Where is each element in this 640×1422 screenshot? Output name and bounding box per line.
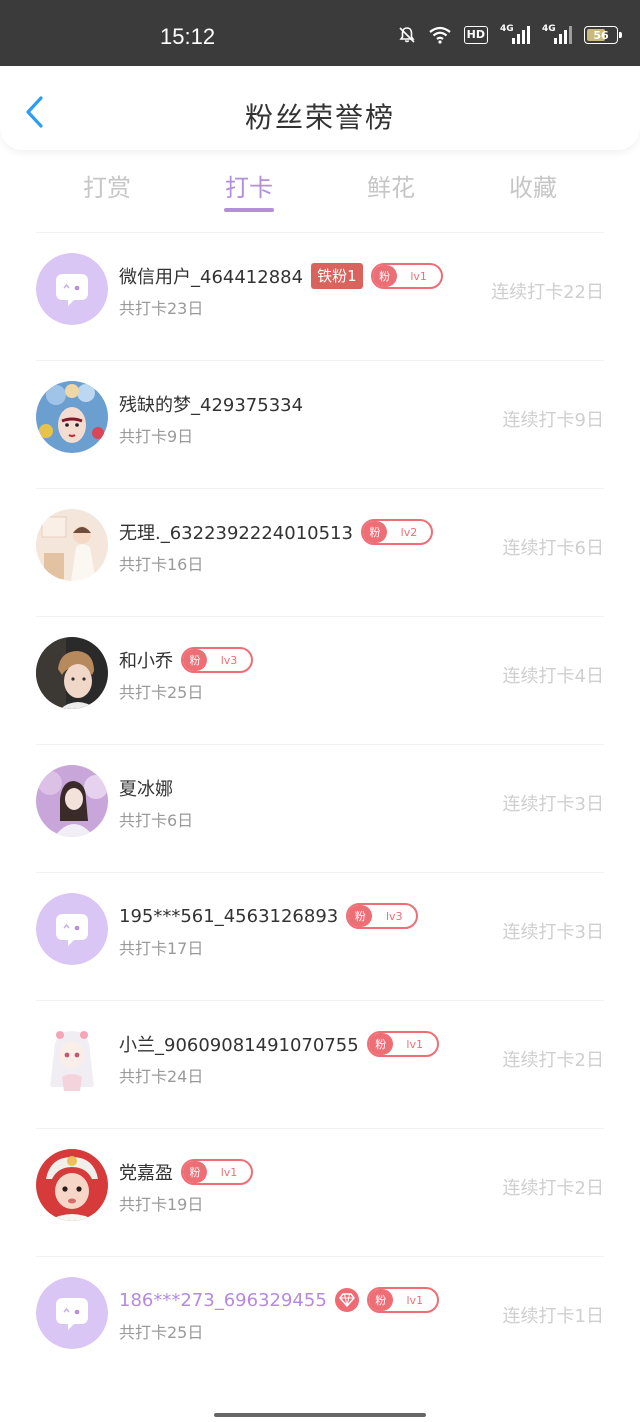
user-name: 微信用户_464412884 <box>119 267 304 288</box>
fan-badge-key: 粉 <box>362 521 387 543</box>
fan-badge-level: lv1 <box>220 1165 238 1179</box>
user-name: 和小乔 <box>119 651 173 672</box>
fan-badge-level: lv3 <box>385 909 403 923</box>
total-checkin: 共打卡6日 <box>119 811 194 830</box>
avatar[interactable] <box>36 637 108 709</box>
streak-checkin: 连续打卡4日 <box>502 666 604 687</box>
avatar[interactable] <box>36 381 108 453</box>
battery-icon: 56 <box>584 26 622 44</box>
avatar[interactable] <box>36 509 108 581</box>
list-item[interactable]: 小兰_90609081491070755 粉 lv1 共打卡24日 连续打卡2日 <box>36 1000 604 1128</box>
wifi-icon <box>428 26 452 44</box>
fan-level-badge: 粉 lv1 <box>366 1287 439 1313</box>
user-name: 无理._6322392224010513 <box>119 523 353 544</box>
streak-checkin: 连续打卡22日 <box>491 282 604 303</box>
user-name: 残缺的梦_429375334 <box>119 395 304 416</box>
streak-checkin: 连续打卡3日 <box>502 922 604 943</box>
total-checkin: 共打卡25日 <box>119 1323 204 1342</box>
total-checkin: 共打卡24日 <box>119 1067 204 1086</box>
fan-level-badge: 粉 lv1 <box>370 263 443 289</box>
sim1-label: 4G <box>500 24 514 34</box>
name-line: 小兰_90609081491070755 粉 lv1 <box>119 1031 439 1057</box>
name-line: 微信用户_464412884 铁粉1 粉 lv1 <box>119 263 443 289</box>
name-line: 和小乔粉 lv3 <box>119 647 253 673</box>
avatar[interactable] <box>36 1149 108 1221</box>
home-indicator[interactable] <box>214 1413 426 1417</box>
total-checkin: 共打卡16日 <box>119 555 204 574</box>
sim2-label: 4G <box>542 24 556 34</box>
fan-badge-level: lv1 <box>410 269 427 283</box>
tab-favorites[interactable]: 收藏 <box>488 168 578 203</box>
status-bar: 15:12 HD 4G 4G 56 <box>0 0 640 66</box>
list-item[interactable]: 和小乔粉 lv3 共打卡25日 连续打卡4日 <box>36 616 604 744</box>
user-name: 195***561_4563126893 <box>119 905 339 927</box>
hd-icon: HD <box>463 26 488 44</box>
streak-checkin: 连续打卡2日 <box>502 1178 604 1199</box>
name-line: 195***561_4563126893 粉 lv3 <box>119 903 419 929</box>
fan-badge-level: lv3 <box>220 653 238 667</box>
page-title: 粉丝荣誉榜 <box>244 101 395 134</box>
total-checkin: 共打卡9日 <box>119 427 194 446</box>
user-name: 186***273_696329455 <box>119 1289 327 1311</box>
fan-badge-level: lv2 <box>400 525 418 539</box>
status-time: 15:12 <box>160 24 216 49</box>
fan-badge-key: 粉 <box>348 905 373 927</box>
tab-checkin[interactable]: 打卡 <box>204 168 294 203</box>
fan-badge-level: lv1 <box>406 1293 424 1307</box>
streak-checkin: 连续打卡6日 <box>502 538 604 559</box>
fan-badge-key: 粉 <box>183 649 207 671</box>
streak-checkin: 连续打卡9日 <box>502 410 604 431</box>
iron-fan-badge: 铁粉1 <box>311 263 363 289</box>
user-name: 小兰_90609081491070755 <box>119 1035 359 1056</box>
ranking-list: 微信用户_464412884 铁粉1 粉 lv1 共打卡23日 连续打卡22日残缺的梦_4… <box>0 232 640 1384</box>
tab-active-indicator <box>224 208 274 212</box>
fan-badge-key: 粉 <box>368 1033 393 1055</box>
fan-badge-key: 粉 <box>372 265 397 287</box>
fan-level-badge: 粉 lv3 <box>181 647 253 673</box>
list-item[interactable]: 微信用户_464412884 铁粉1 粉 lv1 共打卡23日 连续打卡22日 <box>36 232 604 360</box>
avatar[interactable] <box>36 253 108 325</box>
fan-level-badge: 粉 lv3 <box>346 903 419 929</box>
tab-flowers[interactable]: 鲜花 <box>346 168 436 203</box>
name-line: 残缺的梦_429375334 <box>119 391 303 417</box>
avatar[interactable] <box>36 1021 108 1093</box>
battery-level: 56 <box>593 28 609 42</box>
user-name: 夏冰娜 <box>119 779 173 800</box>
user-name: 党嘉盈 <box>119 1163 173 1184</box>
fan-level-badge: 粉 lv2 <box>360 519 433 545</box>
bell-off-icon <box>398 26 416 44</box>
list-item[interactable]: 195***561_4563126893 粉 lv3 共打卡17日 连续打卡3日 <box>36 872 604 1000</box>
list-item[interactable]: 186***273_696329455 粉 lv1 共打卡25日 连续打卡1日 <box>36 1256 604 1384</box>
streak-checkin: 连续打卡2日 <box>502 1050 604 1071</box>
name-line: 党嘉盈粉 lv1 <box>119 1159 253 1185</box>
name-line: 夏冰娜 <box>119 775 173 801</box>
name-line: 186***273_696329455 粉 lv1 <box>119 1287 439 1313</box>
avatar[interactable] <box>36 1277 108 1349</box>
tab-reward[interactable]: 打赏 <box>62 168 152 203</box>
list-item[interactable]: 无理._6322392224010513 粉 lv2 共打卡16日 连续打卡6日 <box>36 488 604 616</box>
list-item[interactable]: 党嘉盈粉 lv1 共打卡19日 连续打卡2日 <box>36 1128 604 1256</box>
fan-level-badge: 粉 lv1 <box>181 1159 253 1185</box>
avatar[interactable] <box>36 893 108 965</box>
diamond-icon <box>334 1288 359 1312</box>
signal-icon: 4G <box>500 24 530 44</box>
name-line: 无理._6322392224010513 粉 lv2 <box>119 519 433 545</box>
total-checkin: 共打卡25日 <box>119 683 204 702</box>
avatar[interactable] <box>36 765 108 837</box>
header: 粉丝荣誉榜 <box>0 66 640 150</box>
signal-icon-2: 4G <box>542 24 572 44</box>
streak-checkin: 连续打卡1日 <box>502 1306 604 1327</box>
fan-badge-key: 粉 <box>183 1161 207 1183</box>
list-item[interactable]: 夏冰娜共打卡6日 连续打卡3日 <box>36 744 604 872</box>
list-item[interactable]: 残缺的梦_429375334 共打卡9日 连续打卡9日 <box>36 360 604 488</box>
fan-badge-level: lv1 <box>406 1037 423 1051</box>
total-checkin: 共打卡19日 <box>119 1195 204 1214</box>
fan-level-badge: 粉 lv1 <box>366 1031 439 1057</box>
streak-checkin: 连续打卡3日 <box>502 794 604 815</box>
total-checkin: 共打卡17日 <box>119 939 204 958</box>
status-icons: HD 4G 4G 56 <box>398 24 622 44</box>
tab-bar: 打赏 打卡 鲜花 收藏 <box>0 162 640 218</box>
fan-badge-key: 粉 <box>368 1289 393 1311</box>
total-checkin: 共打卡23日 <box>119 299 204 318</box>
